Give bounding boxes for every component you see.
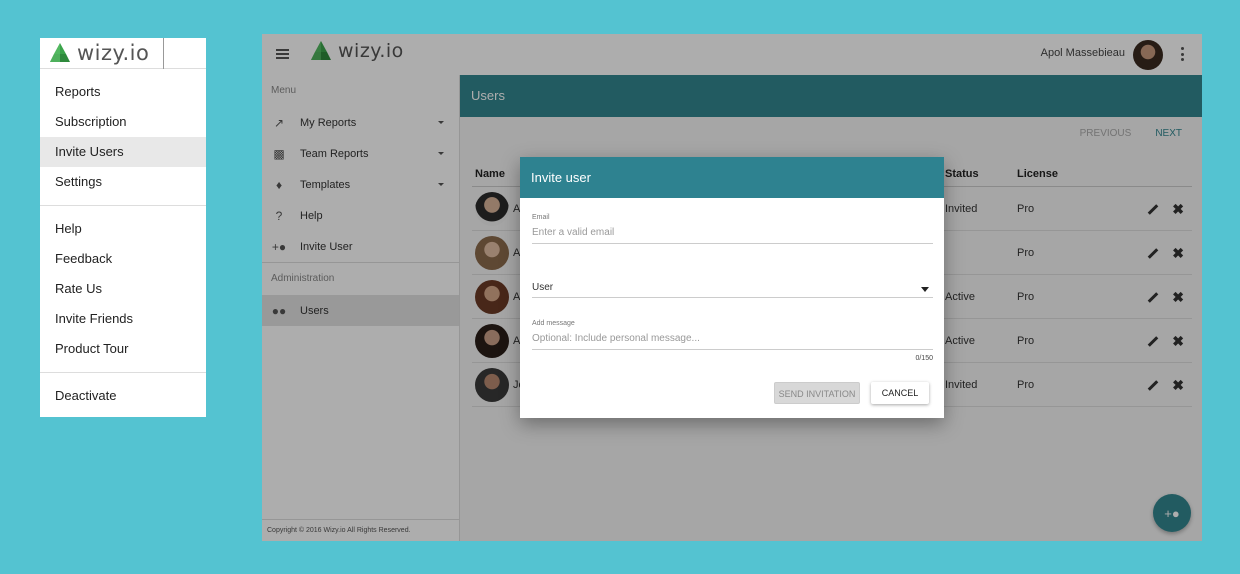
email-field-group: Email Enter a valid email: [532, 214, 933, 244]
menu-item-feedback[interactable]: Feedback: [40, 244, 206, 274]
menu-item-deactivate[interactable]: Deactivate: [40, 381, 206, 411]
account-dropdown-menu: wizy.io Reports Subscription Invite Users S…: [40, 38, 206, 417]
menu-item-rate-us[interactable]: Rate Us: [40, 274, 206, 304]
character-counter: 0/150: [915, 355, 933, 362]
message-label: Add message: [532, 320, 575, 327]
email-label: Email: [532, 214, 550, 221]
cancel-button[interactable]: CANCEL: [871, 382, 929, 404]
dialog-title: Invite user: [520, 157, 944, 198]
menu-item-invite-friends[interactable]: Invite Friends: [40, 304, 206, 334]
menu-item-settings[interactable]: Settings: [40, 167, 206, 197]
role-select-value: User: [532, 282, 554, 293]
header-separator: [163, 38, 164, 69]
email-input[interactable]: Enter a valid email: [532, 227, 933, 244]
invite-user-dialog: Invite user Email Enter a valid email Us…: [520, 157, 944, 418]
menu-item-invite-users[interactable]: Invite Users: [40, 137, 206, 167]
menu-group: Help Feedback Rate Us Invite Friends Product…: [40, 206, 206, 373]
dropdown-arrow-icon: [921, 287, 929, 292]
brand-name: wizy.io: [77, 41, 150, 65]
menu-item-product-tour[interactable]: Product Tour: [40, 334, 206, 364]
menu-item-reports[interactable]: Reports: [40, 77, 206, 107]
role-select[interactable]: User: [532, 282, 933, 298]
message-input[interactable]: Optional: Include personal message...: [532, 333, 933, 350]
menu-item-subscription[interactable]: Subscription: [40, 107, 206, 137]
menu-group: Deactivate: [40, 373, 206, 419]
menu-header: wizy.io: [40, 38, 206, 69]
menu-group: Reports Subscription Invite Users Settings: [40, 69, 206, 206]
message-field-group: Add message Optional: Include personal m…: [532, 320, 933, 350]
wizy-logo-icon: [50, 43, 70, 62]
send-invitation-button[interactable]: SEND INVITATION: [774, 382, 860, 404]
menu-item-help[interactable]: Help: [40, 214, 206, 244]
